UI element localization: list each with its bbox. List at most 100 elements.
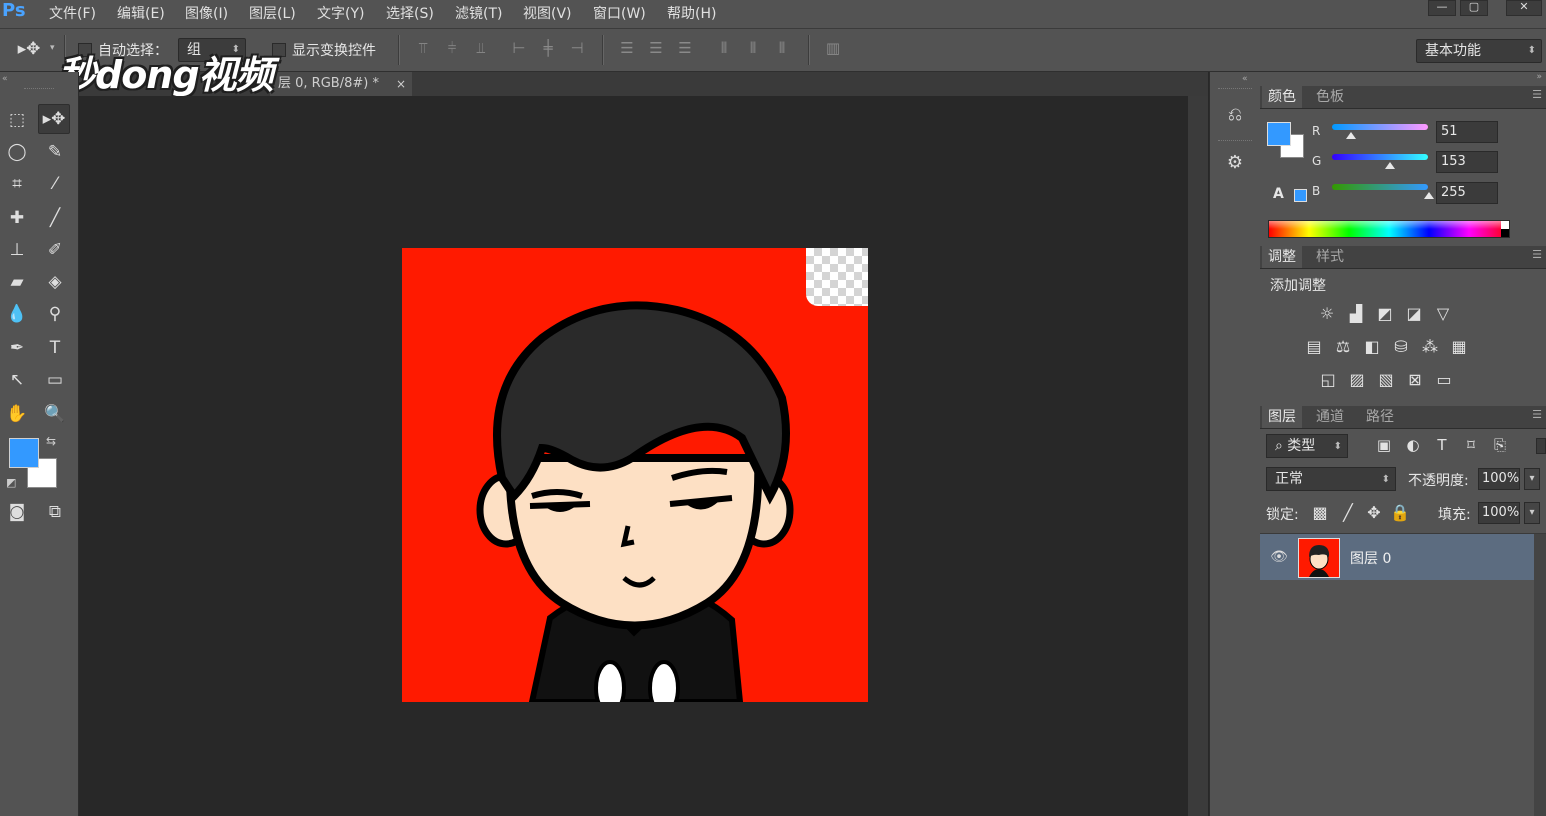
menu-type[interactable]: 文字(Y) bbox=[317, 3, 364, 23]
menu-select[interactable]: 选择(S) bbox=[386, 3, 434, 23]
move-tool-preset-icon[interactable]: ▸✥ bbox=[14, 35, 44, 63]
lasso-tool-icon[interactable]: ◯ bbox=[2, 138, 32, 166]
fill-dropdown-arrow[interactable]: ▾ bbox=[1524, 502, 1540, 524]
levels-icon[interactable]: ▟ bbox=[1344, 303, 1368, 325]
tab-color[interactable]: 颜色 bbox=[1262, 86, 1302, 108]
history-brush-tool-icon[interactable]: ✐ bbox=[40, 236, 70, 264]
lock-image-icon[interactable]: ╱ bbox=[1336, 502, 1360, 524]
opacity-input[interactable]: 100% bbox=[1478, 468, 1520, 490]
channel-g-slider[interactable] bbox=[1332, 154, 1428, 160]
quick-select-tool-icon[interactable]: ✎ bbox=[40, 138, 70, 166]
opacity-dropdown-arrow[interactable]: ▾ bbox=[1524, 468, 1540, 490]
vertical-scrollbar[interactable] bbox=[1188, 96, 1208, 816]
eyedropper-tool-icon[interactable]: ⁄ bbox=[40, 170, 70, 198]
distribute-left-icon[interactable]: ⫴ bbox=[715, 39, 733, 57]
minimize-button[interactable]: — bbox=[1428, 0, 1456, 16]
marquee-tool-icon[interactable]: ⬚ bbox=[2, 106, 32, 134]
healing-brush-tool-icon[interactable]: ✚ bbox=[2, 204, 32, 232]
blend-mode-dropdown[interactable]: 正常 bbox=[1266, 467, 1396, 491]
invert-icon[interactable]: ◱ bbox=[1316, 369, 1340, 391]
pen-tool-icon[interactable]: ✒ bbox=[2, 334, 32, 362]
chevron-down-icon[interactable]: ▾ bbox=[50, 43, 55, 53]
close-tab-icon[interactable]: × bbox=[396, 72, 406, 96]
blur-tool-icon[interactable]: 💧 bbox=[2, 300, 32, 328]
history-icon[interactable]: ⎌ bbox=[1222, 102, 1248, 128]
distribute-right-icon[interactable]: ⫴ bbox=[773, 39, 791, 57]
collapse-panels-icon[interactable]: » bbox=[1536, 72, 1542, 82]
fill-input[interactable]: 100% bbox=[1478, 502, 1520, 524]
menu-filter[interactable]: 滤镜(T) bbox=[455, 3, 502, 23]
rectangle-tool-icon[interactable]: ▭ bbox=[40, 366, 70, 394]
clone-stamp-tool-icon[interactable]: ⊥ bbox=[2, 236, 32, 264]
eraser-tool-icon[interactable]: ▰ bbox=[2, 268, 32, 296]
screen-mode-icon[interactable]: ⧉ bbox=[40, 498, 70, 526]
brush-tool-icon[interactable]: ╱ bbox=[40, 204, 70, 232]
type-layer-filter-icon[interactable]: T bbox=[1431, 434, 1453, 456]
expand-panels-icon[interactable]: « bbox=[1242, 74, 1248, 84]
vibrance-icon[interactable]: ▽ bbox=[1431, 303, 1455, 325]
crop-tool-icon[interactable]: ⌗ bbox=[2, 170, 32, 198]
align-hcenter-icon[interactable]: ╪ bbox=[539, 39, 557, 57]
workspace-dropdown[interactable]: 基本功能 bbox=[1416, 39, 1542, 63]
channel-r-slider[interactable] bbox=[1332, 124, 1428, 130]
channel-g-input[interactable]: 153 bbox=[1436, 151, 1498, 173]
web-color-swatch[interactable] bbox=[1294, 189, 1307, 202]
menu-image[interactable]: 图像(I) bbox=[185, 3, 228, 23]
tab-styles[interactable]: 样式 bbox=[1310, 246, 1350, 268]
color-lookup-icon[interactable]: ▦ bbox=[1447, 336, 1471, 358]
tab-layers[interactable]: 图层 bbox=[1262, 406, 1302, 428]
gamut-warning-icon[interactable]: A bbox=[1273, 186, 1284, 202]
align-right-icon[interactable]: ⊣ bbox=[568, 39, 586, 57]
zoom-tool-icon[interactable]: 🔍 bbox=[40, 400, 70, 428]
layer-filter-dropdown[interactable]: ⌕ 类型 bbox=[1266, 434, 1348, 458]
curves-icon[interactable]: ◩ bbox=[1373, 303, 1397, 325]
distribute-vcenter-icon[interactable]: ☰ bbox=[647, 39, 665, 57]
selective-color-icon[interactable]: ⊠ bbox=[1403, 369, 1427, 391]
black-white-icon[interactable]: ◧ bbox=[1360, 336, 1384, 358]
layers-scrollbar[interactable] bbox=[1534, 534, 1546, 816]
tab-paths[interactable]: 路径 bbox=[1360, 406, 1400, 428]
adjustment-layer-filter-icon[interactable]: ◐ bbox=[1402, 434, 1424, 456]
move-tool-icon[interactable]: ▸✥ bbox=[38, 104, 70, 134]
panel-menu-icon[interactable]: ☰ bbox=[1532, 248, 1542, 261]
foreground-color-swatch[interactable] bbox=[9, 438, 39, 468]
channel-b-input[interactable]: 255 bbox=[1436, 182, 1498, 204]
collapse-icon[interactable]: « bbox=[2, 74, 8, 84]
gradient-map-icon[interactable]: ▭ bbox=[1432, 369, 1456, 391]
color-balance-icon[interactable]: ⚖ bbox=[1331, 336, 1355, 358]
align-top-icon[interactable]: ⫪ bbox=[414, 39, 432, 57]
default-colors-icon[interactable]: ◩ bbox=[6, 476, 16, 489]
distribute-top-icon[interactable]: ☰ bbox=[618, 39, 636, 57]
distribute-hcenter-icon[interactable]: ⫴ bbox=[744, 39, 762, 57]
hue-saturation-icon[interactable]: ▤ bbox=[1302, 336, 1326, 358]
close-window-button[interactable]: ✕ bbox=[1506, 0, 1542, 16]
photo-filter-icon[interactable]: ⛁ bbox=[1389, 336, 1413, 358]
lock-position-icon[interactable]: ✥ bbox=[1362, 502, 1386, 524]
exposure-icon[interactable]: ◪ bbox=[1402, 303, 1426, 325]
visibility-eye-icon[interactable]: 👁 bbox=[1268, 546, 1290, 568]
document-image[interactable] bbox=[402, 248, 868, 702]
channel-mixer-icon[interactable]: ⁂ bbox=[1418, 336, 1442, 358]
channel-g-thumb[interactable] bbox=[1385, 162, 1395, 169]
layer-name[interactable]: 图层 0 bbox=[1350, 548, 1391, 568]
maximize-button[interactable]: ▢ bbox=[1460, 0, 1488, 16]
threshold-icon[interactable]: ▧ bbox=[1374, 369, 1398, 391]
tab-swatches[interactable]: 色板 bbox=[1310, 86, 1350, 108]
menu-file[interactable]: 文件(F) bbox=[49, 3, 96, 23]
auto-align-icon[interactable]: ▥ bbox=[824, 39, 842, 57]
align-left-icon[interactable]: ⊢ bbox=[510, 39, 528, 57]
color-panel-fg-swatch[interactable] bbox=[1267, 122, 1291, 146]
path-selection-tool-icon[interactable]: ↖ bbox=[2, 366, 32, 394]
dodge-tool-icon[interactable]: ⚲ bbox=[40, 300, 70, 328]
menu-layer[interactable]: 图层(L) bbox=[249, 3, 296, 23]
channel-b-thumb[interactable] bbox=[1424, 192, 1434, 199]
panel-menu-icon[interactable]: ☰ bbox=[1532, 88, 1542, 101]
channel-r-thumb[interactable] bbox=[1346, 132, 1356, 139]
menu-window[interactable]: 窗口(W) bbox=[593, 3, 646, 23]
tab-adjustments[interactable]: 调整 bbox=[1262, 246, 1302, 268]
channel-r-input[interactable]: 51 bbox=[1436, 121, 1498, 143]
lock-transparent-icon[interactable]: ▩ bbox=[1308, 502, 1332, 524]
type-tool-icon[interactable]: T bbox=[40, 334, 70, 362]
properties-icon[interactable]: ⚙ bbox=[1222, 150, 1248, 176]
tab-channels[interactable]: 通道 bbox=[1310, 406, 1350, 428]
